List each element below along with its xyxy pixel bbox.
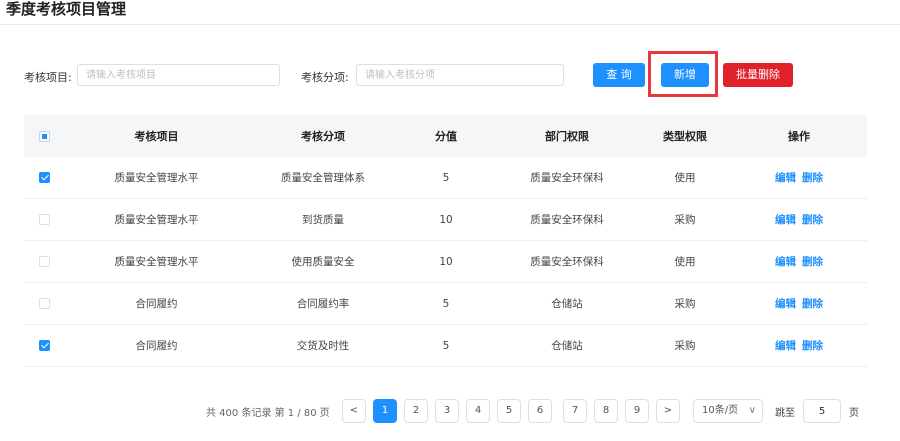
table-row: 合同履约 交货及时性 5 仓储站 采购 编辑 删除 xyxy=(24,325,867,367)
title-divider xyxy=(0,24,900,25)
delete-link[interactable]: 删除 xyxy=(802,256,823,268)
delete-link[interactable]: 删除 xyxy=(802,214,823,226)
cell-dept: 仓储站 xyxy=(551,298,583,310)
sub-filter-input[interactable] xyxy=(356,64,564,86)
delete-link[interactable]: 删除 xyxy=(802,298,823,310)
pagination: 共 400 条记录 第 1 / 80 页 < 1 2 3 4 5 6 7 8 9… xyxy=(0,399,900,423)
row-checkbox[interactable] xyxy=(38,256,50,267)
table-row: 质量安全管理水平 使用质量安全 10 质量安全环保科 使用 编辑 删除 xyxy=(24,241,867,283)
cell-dept: 质量安全环保科 xyxy=(530,172,604,184)
page-button-3[interactable]: 3 xyxy=(435,399,459,423)
page-title: 季度考核项目管理 xyxy=(6,0,127,18)
delete-link[interactable]: 删除 xyxy=(802,340,823,352)
page-button-8[interactable]: 8 xyxy=(594,399,618,423)
page-size-select[interactable]: 10条/页 ∨ xyxy=(693,399,763,423)
cell-actions: 编辑 删除 xyxy=(731,296,867,311)
cell-sub: 合同履约率 xyxy=(296,298,350,310)
edit-link[interactable]: 编辑 xyxy=(775,172,796,184)
bulk-delete-button[interactable]: 批量删除 xyxy=(723,63,793,87)
cell-score: 10 xyxy=(439,213,453,226)
cell-type: 采购 xyxy=(674,298,696,310)
item-filter-label: 考核项目: xyxy=(24,71,72,84)
table-row: 质量安全管理水平 质量安全管理体系 5 质量安全环保科 使用 编辑 删除 xyxy=(24,157,867,199)
cell-score: 10 xyxy=(439,255,453,268)
cell-actions: 编辑 删除 xyxy=(731,212,867,227)
cell-sub: 交货及时性 xyxy=(296,340,350,352)
page-size-value: 10条/页 xyxy=(702,405,739,416)
page-button-5[interactable]: 5 xyxy=(497,399,521,423)
cell-sub: 使用质量安全 xyxy=(291,256,355,268)
delete-link[interactable]: 删除 xyxy=(802,172,823,184)
data-table: 考核项目 考核分项 分值 部门权限 类型权限 操作 质量安全管理水平 质量安全管… xyxy=(24,115,867,367)
goto-label: 跳至 xyxy=(775,408,795,419)
page-button-6[interactable]: 6 xyxy=(528,399,552,423)
query-button[interactable]: 查 询 xyxy=(593,63,645,87)
page-button-1[interactable]: 1 xyxy=(373,399,397,423)
cell-score: 5 xyxy=(442,171,450,184)
page-button-7[interactable]: 7 xyxy=(563,399,587,423)
cell-type: 使用 xyxy=(674,172,696,184)
header-type: 类型权限 xyxy=(663,130,707,143)
header-checkbox-cell xyxy=(24,130,64,142)
cell-score: 5 xyxy=(442,339,450,352)
cell-item: 质量安全管理水平 xyxy=(114,214,199,226)
cell-actions: 编辑 删除 xyxy=(731,254,867,269)
cell-dept: 质量安全环保科 xyxy=(530,214,604,226)
chevron-down-icon: ∨ xyxy=(748,405,756,416)
item-filter-input[interactable] xyxy=(77,64,280,86)
sub-filter-label: 考核分项: xyxy=(301,71,349,84)
cell-score: 5 xyxy=(442,297,450,310)
pagination-total: 共 400 条记录 第 1 / 80 页 xyxy=(206,408,330,419)
cell-sub: 质量安全管理体系 xyxy=(281,172,365,184)
header-score: 分值 xyxy=(435,130,457,143)
goto-page-input[interactable] xyxy=(803,399,841,423)
header-dept: 部门权限 xyxy=(545,130,589,143)
page-button-4[interactable]: 4 xyxy=(466,399,490,423)
cell-dept: 质量安全环保科 xyxy=(530,256,604,268)
cell-dept: 仓储站 xyxy=(551,340,583,352)
edit-link[interactable]: 编辑 xyxy=(775,298,796,310)
header-sub: 考核分项 xyxy=(301,130,345,143)
page-button-9[interactable]: 9 xyxy=(625,399,649,423)
edit-link[interactable]: 编辑 xyxy=(775,340,796,352)
cell-item: 质量安全管理水平 xyxy=(114,172,199,184)
cell-actions: 编辑 删除 xyxy=(731,338,867,353)
table-header: 考核项目 考核分项 分值 部门权限 类型权限 操作 xyxy=(24,115,867,157)
cell-item: 合同履约 xyxy=(135,298,178,310)
next-page-button[interactable]: > xyxy=(656,399,680,423)
edit-link[interactable]: 编辑 xyxy=(775,214,796,226)
table-row: 质量安全管理水平 到货质量 10 质量安全环保科 采购 编辑 删除 xyxy=(24,199,867,241)
page-button-2[interactable]: 2 xyxy=(404,399,428,423)
cell-type: 采购 xyxy=(674,340,696,352)
row-checkbox[interactable] xyxy=(38,214,50,225)
select-all-checkbox[interactable] xyxy=(38,130,50,142)
row-checkbox[interactable] xyxy=(38,340,50,351)
cell-actions: 编辑 删除 xyxy=(731,170,867,185)
cell-sub: 到货质量 xyxy=(302,214,344,226)
header-actions: 操作 xyxy=(788,130,810,143)
edit-link[interactable]: 编辑 xyxy=(775,256,796,268)
prev-page-button[interactable]: < xyxy=(342,399,366,423)
page-suffix-label: 页 xyxy=(849,408,859,419)
cell-item: 质量安全管理水平 xyxy=(114,256,199,268)
row-checkbox[interactable] xyxy=(38,298,50,309)
row-checkbox[interactable] xyxy=(38,172,50,183)
table-row: 合同履约 合同履约率 5 仓储站 采购 编辑 删除 xyxy=(24,283,867,325)
header-item: 考核项目 xyxy=(134,130,179,143)
add-button[interactable]: 新增 xyxy=(661,63,709,87)
cell-type: 采购 xyxy=(674,214,696,226)
cell-type: 使用 xyxy=(674,256,696,268)
cell-item: 合同履约 xyxy=(135,340,178,352)
